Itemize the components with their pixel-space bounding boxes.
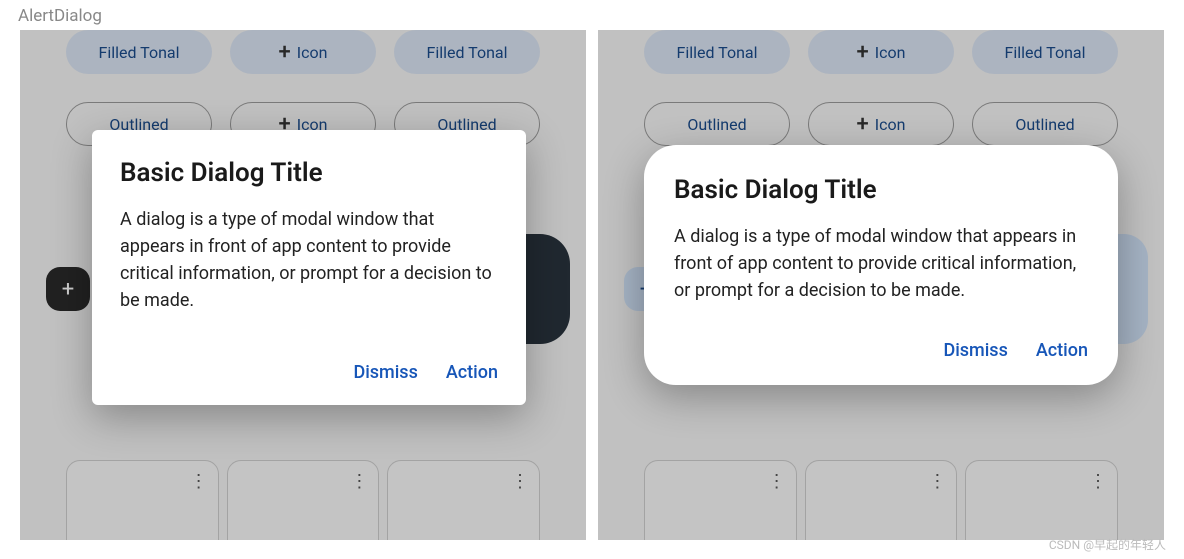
dismiss-button[interactable]: Dismiss	[943, 340, 1007, 361]
alert-dialog-rounded: Basic Dialog Title A dialog is a type of…	[644, 145, 1118, 385]
dialog-actions: Dismiss Action	[674, 340, 1088, 361]
panel-right: Filled Tonal + Icon Filled Tonal Outline…	[598, 30, 1164, 540]
panel-left: Filled Tonal + Icon Filled Tonal Outline…	[20, 30, 586, 540]
dialog-body: A dialog is a type of modal window that …	[674, 223, 1088, 304]
panels-container: Filled Tonal + Icon Filled Tonal Outline…	[0, 30, 1184, 540]
alert-dialog: Basic Dialog Title A dialog is a type of…	[92, 130, 526, 405]
action-button[interactable]: Action	[1036, 340, 1088, 361]
action-button[interactable]: Action	[446, 362, 498, 383]
dialog-actions: Dismiss Action	[120, 362, 498, 383]
dialog-body: A dialog is a type of modal window that …	[120, 206, 498, 314]
dialog-title: Basic Dialog Title	[674, 175, 1088, 205]
page-title: AlertDialog	[0, 0, 1184, 30]
dismiss-button[interactable]: Dismiss	[353, 362, 417, 383]
watermark: CSDN @早起的年轻人	[1049, 536, 1166, 553]
dialog-title: Basic Dialog Title	[120, 158, 498, 188]
